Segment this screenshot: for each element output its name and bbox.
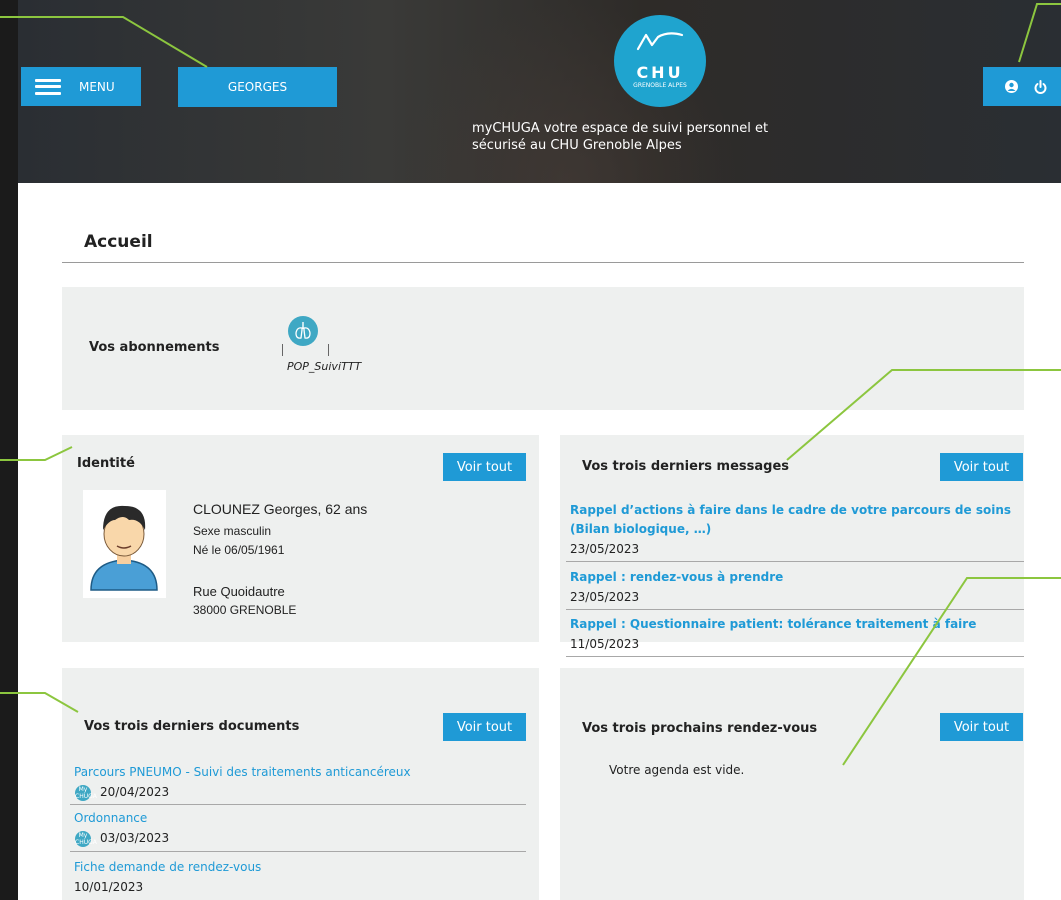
person-avatar-icon: [90, 505, 158, 591]
mychuga-badge-icon: My CHUGA: [75, 831, 97, 847]
user-name-button[interactable]: GEORGES: [178, 67, 337, 107]
title-divider: [62, 262, 1024, 263]
identity-see-all-button[interactable]: Voir tout: [443, 453, 526, 481]
mychuga-badge-icon: My CHUGA: [75, 785, 97, 801]
left-edge: [0, 0, 18, 900]
documents-title: Vos trois derniers documents: [84, 719, 300, 734]
user-icon[interactable]: [1005, 80, 1018, 93]
document-date: 20/04/2023: [100, 785, 170, 799]
documents-see-all-button[interactable]: Voir tout: [443, 713, 526, 741]
menu-button[interactable]: MENU: [21, 67, 141, 106]
chu-logo[interactable]: CHU GRENOBLE ALPES: [614, 15, 706, 107]
document-link[interactable]: Fiche demande de rendez-vous: [74, 860, 261, 874]
messages-see-all-button[interactable]: Voir tout: [940, 453, 1023, 481]
document-link[interactable]: Parcours PNEUMO - Suivi des traitements …: [74, 765, 411, 779]
logo-subtitle: GRENOBLE ALPES: [633, 81, 687, 89]
message-divider: [566, 609, 1024, 610]
tagline-line-1: myCHUGA votre espace de suivi personnel …: [472, 121, 769, 136]
power-icon[interactable]: [1034, 79, 1047, 94]
document-link[interactable]: Ordonnance: [74, 811, 147, 825]
patient-name-age: CLOUNEZ Georges, 62 ans: [193, 501, 368, 517]
lungs-icon: [288, 316, 318, 346]
page-title: Accueil: [84, 232, 153, 252]
message-link[interactable]: Rappel d’actions à faire dans le cadre d…: [570, 503, 1011, 517]
message-divider: [566, 561, 1024, 562]
document-divider: [70, 804, 526, 805]
header-tagline: myCHUGA votre espace de suivi personnel …: [472, 120, 832, 154]
document-date: 10/01/2023: [74, 880, 144, 894]
subscription-item[interactable]: [278, 316, 330, 360]
patient-birthdate: Né le 06/05/1961: [193, 543, 285, 557]
subscription-name[interactable]: POP_SuiviTTT: [287, 360, 361, 373]
mountain-swoosh-icon: [636, 32, 684, 51]
patient-street: Rue Quoidautre: [193, 584, 285, 599]
identity-title: Identité: [77, 456, 135, 471]
account-actions: [983, 67, 1061, 106]
appointments-title: Vos trois prochains rendez-vous: [582, 721, 818, 736]
hamburger-icon: [35, 78, 61, 95]
message-date: 11/05/2023: [570, 637, 640, 651]
message-date: 23/05/2023: [570, 542, 640, 556]
patient-city: 38000 GRENOBLE: [193, 603, 297, 617]
message-link[interactable]: Rappel : Questionnaire patient: toléranc…: [570, 617, 976, 631]
logo-brand: CHU: [636, 62, 684, 82]
messages-title: Vos trois derniers messages: [582, 459, 790, 474]
appointments-panel: [560, 668, 1024, 900]
appointments-see-all-button[interactable]: Voir tout: [940, 713, 1023, 741]
subscriptions-label: Vos abonnements: [89, 340, 220, 355]
empty-agenda-text: Votre agenda est vide.: [609, 763, 745, 777]
message-date: 23/05/2023: [570, 590, 640, 604]
document-divider: [70, 851, 526, 852]
header-banner: [18, 0, 1061, 183]
patient-sex: Sexe masculin: [193, 524, 272, 538]
document-date: 03/03/2023: [100, 831, 170, 845]
menu-label: MENU: [79, 79, 115, 94]
message-link-continued[interactable]: (Bilan biologique, …): [570, 522, 711, 536]
message-divider: [566, 656, 1024, 657]
message-link[interactable]: Rappel : rendez-vous à prendre: [570, 570, 783, 584]
tagline-line-2: sécurisé au CHU Grenoble Alpes: [472, 138, 682, 153]
avatar: [83, 490, 166, 598]
